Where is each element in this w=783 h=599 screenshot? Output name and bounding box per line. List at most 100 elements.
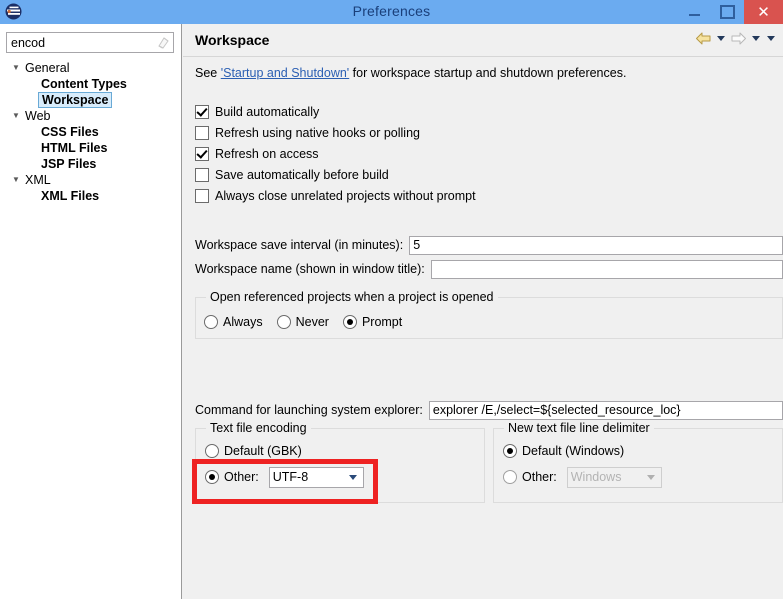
checkbox-label: Save automatically before build [215, 167, 389, 182]
radio-selected-icon[interactable] [503, 444, 517, 458]
checkbox-unchecked-icon[interactable] [195, 125, 209, 140]
minimize-icon [689, 13, 700, 16]
tree-item-label: CSS Files [41, 125, 99, 139]
referenced-projects-title: Open referenced projects when a project … [206, 290, 498, 304]
page-title: Workspace [195, 32, 270, 48]
tree-item-label: Content Types [41, 77, 127, 91]
intro-suffix: for workspace startup and shutdown prefe… [349, 66, 627, 80]
tree-item-html-files[interactable]: HTML Files [0, 140, 182, 156]
close-button[interactable]: ✕ [744, 0, 783, 24]
tree-item-label: XML [25, 173, 51, 187]
back-arrow-icon[interactable] [695, 31, 712, 46]
checkbox-label: Always close unrelated projects without … [215, 188, 476, 203]
radio-label: Default (GBK) [224, 444, 302, 458]
radio-prompt[interactable]: Prompt [342, 312, 402, 332]
forward-dropdown-icon[interactable] [752, 36, 760, 41]
sidebar: ▼ General Content Types Workspace ▼ Web … [0, 24, 182, 599]
encoding-select[interactable]: UTF-8 [268, 466, 364, 488]
intro-text: See 'Startup and Shutdown' for workspace… [195, 66, 626, 80]
workspace-name-row: Workspace name (shown in window title): [195, 259, 783, 279]
restore-icon [720, 5, 735, 19]
page-menu-icon[interactable] [767, 36, 775, 41]
checkbox-unchecked-icon[interactable] [195, 188, 209, 203]
tree-item-content-types[interactable]: Content Types [0, 76, 182, 92]
checkbox-checked-icon[interactable] [195, 146, 209, 161]
preference-page: Workspace See 'Startup and Shutdown' for… [183, 24, 783, 599]
radio-unselected-icon[interactable] [276, 315, 291, 329]
text-file-encoding-group: Text file encoding Default (GBK) Other: … [195, 421, 485, 503]
workspace-name-input[interactable] [430, 259, 783, 279]
startup-shutdown-link[interactable]: 'Startup and Shutdown' [221, 66, 349, 80]
back-dropdown-icon[interactable] [717, 36, 725, 41]
tree-item-general[interactable]: ▼ General [0, 60, 182, 76]
radio-unselected-icon[interactable] [205, 444, 219, 458]
tree-item-label: XML Files [41, 189, 100, 203]
save-interval-row: Workspace save interval (in minutes): [195, 235, 783, 255]
checkbox-close-unrelated-projects[interactable]: Always close unrelated projects without … [195, 185, 476, 206]
title-bar: Preferences ✕ [0, 0, 783, 24]
encoding-combo-wrapper: UTF-8 [268, 466, 364, 488]
radio-selected-icon[interactable] [342, 315, 357, 329]
page-header: Workspace [183, 24, 783, 57]
workspace-name-label: Workspace name (shown in window title): [195, 262, 425, 276]
search-input[interactable] [6, 32, 174, 53]
checkbox-label: Build automatically [215, 104, 320, 119]
radio-label: Never [295, 315, 329, 329]
radio-delimiter-default[interactable]: Default (Windows) [503, 441, 624, 461]
radio-delimiter-other[interactable]: Other: Windows [503, 466, 662, 488]
checkbox-refresh-native-hooks[interactable]: Refresh using native hooks or polling [195, 122, 476, 143]
checkbox-save-before-build[interactable]: Save automatically before build [195, 164, 476, 185]
minimize-button[interactable] [678, 0, 711, 24]
radio-unselected-icon[interactable] [503, 470, 517, 484]
line-delimiter-title: New text file line delimiter [504, 421, 654, 435]
delimiter-select: Windows [566, 466, 662, 488]
radio-unselected-icon[interactable] [204, 315, 218, 329]
tree-item-label: HTML Files [41, 141, 108, 155]
referenced-projects-radios: Always Never Prompt [204, 312, 402, 332]
save-interval-label: Workspace save interval (in minutes): [195, 238, 404, 252]
page-navigation-toolbar [695, 31, 777, 46]
radio-encoding-other[interactable]: Other: UTF-8 [205, 466, 364, 488]
filter-field-wrapper [6, 32, 174, 53]
radio-label: Other: [522, 470, 557, 484]
checkbox-unchecked-icon[interactable] [195, 167, 209, 182]
window-title: Preferences [352, 3, 431, 19]
clear-search-icon[interactable] [156, 35, 170, 50]
page-body: See 'Startup and Shutdown' for workspace… [183, 57, 783, 599]
workspace-checkbox-group: Build automatically Refresh using native… [195, 101, 476, 206]
text-file-encoding-title: Text file encoding [206, 421, 311, 435]
radio-selected-icon[interactable] [205, 470, 219, 484]
system-explorer-input[interactable] [428, 400, 783, 420]
checkbox-build-automatically[interactable]: Build automatically [195, 101, 476, 122]
save-interval-input[interactable] [409, 235, 783, 255]
expand-triangle-icon[interactable]: ▼ [12, 64, 23, 72]
tree-item-xml[interactable]: ▼ XML [0, 172, 182, 188]
preferences-tree: ▼ General Content Types Workspace ▼ Web … [0, 60, 182, 204]
tree-item-jsp-files[interactable]: JSP Files [0, 156, 182, 172]
tree-item-label: Web [25, 109, 51, 123]
tree-item-web[interactable]: ▼ Web [0, 108, 182, 124]
line-delimiter-group: New text file line delimiter Default (Wi… [493, 421, 783, 503]
checkbox-label: Refresh using native hooks or polling [215, 125, 420, 140]
radio-encoding-default[interactable]: Default (GBK) [205, 441, 302, 461]
radio-always[interactable]: Always [204, 312, 263, 332]
expand-triangle-icon[interactable]: ▼ [12, 176, 23, 184]
tree-item-label: JSP Files [41, 157, 97, 171]
checkbox-label: Refresh on access [215, 146, 319, 161]
tree-item-workspace[interactable]: Workspace [0, 92, 182, 108]
tree-item-xml-files[interactable]: XML Files [0, 188, 182, 204]
preferences-window: Preferences ✕ encod ▼ General Content Ty… [0, 0, 783, 599]
system-explorer-row: Command for launching system explorer: [195, 400, 783, 420]
tree-item-css-files[interactable]: CSS Files [0, 124, 182, 140]
close-icon: ✕ [757, 3, 770, 21]
checkbox-checked-icon[interactable] [195, 104, 209, 119]
maximize-button[interactable] [711, 0, 744, 24]
radio-never[interactable]: Never [276, 312, 329, 332]
tree-item-label: General [25, 61, 70, 75]
radio-label: Always [223, 315, 263, 329]
referenced-projects-group: Open referenced projects when a project … [195, 290, 783, 339]
expand-triangle-icon[interactable]: ▼ [12, 112, 23, 120]
intro-prefix: See [195, 66, 221, 80]
delimiter-combo-wrapper: Windows [566, 466, 662, 488]
checkbox-refresh-on-access[interactable]: Refresh on access [195, 143, 476, 164]
